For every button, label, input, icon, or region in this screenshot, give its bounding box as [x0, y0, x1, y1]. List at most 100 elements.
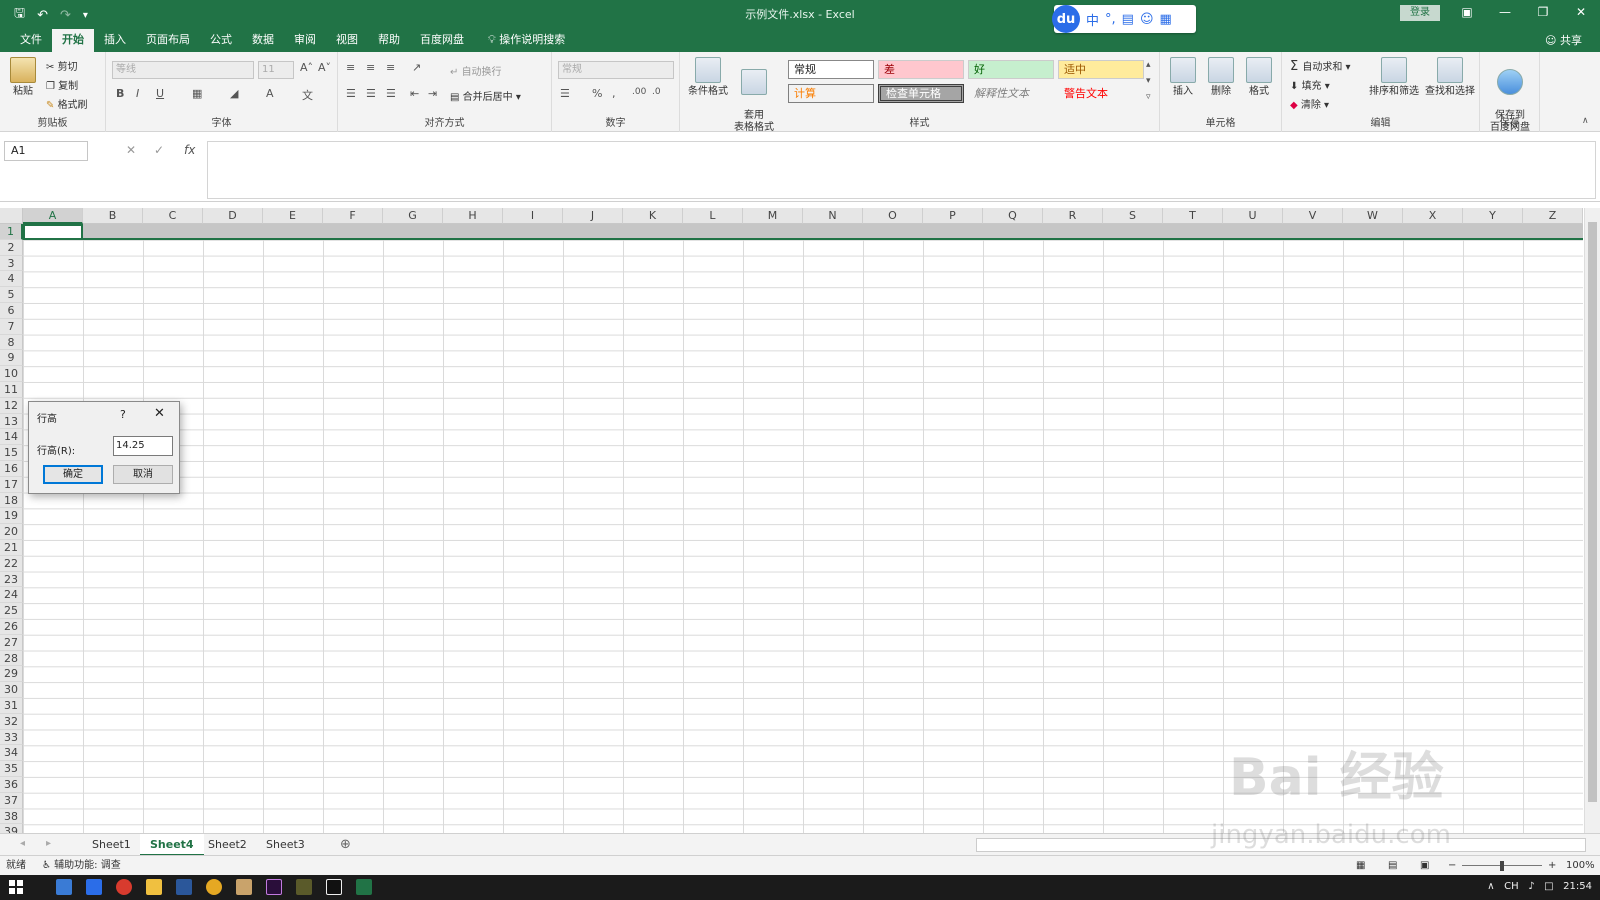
phonetic-icon[interactable]: 文 [302, 87, 313, 103]
merge-center-button[interactable]: ▤ 合并后居中 ▾ [450, 88, 521, 103]
column-header-e[interactable]: E [263, 208, 323, 224]
increase-decimal-icon[interactable]: .00 [632, 87, 646, 97]
align-bottom-icon[interactable]: ≡ [386, 61, 395, 74]
row-header-10[interactable]: 10 [0, 366, 23, 382]
sort-filter-button[interactable]: 排序和筛选 [1366, 57, 1422, 98]
next-sheet-icon[interactable]: ▸ [46, 838, 51, 849]
align-top-icon[interactable]: ≡ [346, 61, 355, 74]
column-header-o[interactable]: O [863, 208, 923, 224]
decrease-indent-icon[interactable]: ⇤ [410, 87, 419, 100]
worksheet-grid[interactable]: ABCDEFGHIJKLMNOPQRSTUVWXYZ 1 2 3 4 5 6 7 8 9 10 11… [0, 208, 1600, 841]
row-header-37[interactable]: 37 [0, 792, 23, 809]
excel-icon[interactable] [356, 879, 372, 895]
row-header-12[interactable]: 12 [0, 397, 23, 414]
row-header-24[interactable]: 24 [0, 587, 23, 604]
zoom-in-icon[interactable]: + [1548, 856, 1556, 875]
word-icon[interactable] [176, 879, 192, 895]
zoom-out-icon[interactable]: − [1448, 856, 1456, 875]
prev-sheet-icon[interactable]: ◂ [20, 838, 25, 849]
capcut-icon[interactable] [326, 879, 342, 895]
selected-row-1[interactable] [23, 224, 1583, 240]
column-header-q[interactable]: Q [983, 208, 1043, 224]
column-header-h[interactable]: H [443, 208, 503, 224]
row-header-7[interactable]: 7 [0, 318, 23, 335]
row-header-13[interactable]: 13 [0, 413, 23, 430]
column-header-w[interactable]: W [1343, 208, 1403, 224]
file-explorer-icon[interactable] [146, 879, 162, 895]
row-header-29[interactable]: 29 [0, 666, 23, 683]
autosum-button[interactable]: Σ 自动求和 ▾ [1290, 58, 1351, 74]
decrease-decimal-icon[interactable]: .0 [652, 87, 661, 97]
column-header-u[interactable]: U [1223, 208, 1283, 224]
underline-icon[interactable]: U [156, 87, 164, 100]
column-header-n[interactable]: N [803, 208, 863, 224]
insert-cells-button[interactable]: 插入 [1166, 57, 1200, 98]
grow-font-icon[interactable]: A˄ [300, 61, 313, 74]
find-select-button[interactable]: 查找和选择 [1422, 57, 1478, 98]
ime-mode[interactable]: 中 [1086, 10, 1099, 29]
percent-icon[interactable]: % [592, 87, 602, 100]
row-header-31[interactable]: 31 [0, 698, 23, 714]
minimize-icon[interactable]: — [1486, 0, 1524, 27]
sheet-tab-sheet1[interactable]: Sheet1 [82, 834, 141, 856]
row-header-2[interactable]: 2 [0, 239, 23, 256]
style-bad[interactable]: 差 [878, 60, 964, 79]
cancel-formula-icon[interactable]: ✕ [126, 143, 136, 157]
currency-icon[interactable]: ☰ [560, 87, 570, 100]
tell-me-search[interactable]: 💡︎ 操作说明搜索 [474, 29, 565, 52]
restore-icon[interactable]: ❐ [1524, 0, 1562, 27]
column-header-i[interactable]: I [503, 208, 563, 224]
undo-icon[interactable]: ↶ [37, 8, 48, 23]
vertical-scrollbar[interactable] [1584, 208, 1600, 833]
sheet-tab-sheet2[interactable]: Sheet2 [198, 834, 257, 856]
column-header-z[interactable]: Z [1523, 208, 1583, 224]
style-check-cell[interactable]: 检查单元格 [878, 84, 964, 103]
vertical-scroll-thumb[interactable] [1588, 222, 1597, 802]
row-header-20[interactable]: 20 [0, 524, 23, 540]
row-header-16[interactable]: 16 [0, 461, 23, 477]
column-header-r[interactable]: R [1043, 208, 1103, 224]
column-header-m[interactable]: M [743, 208, 803, 224]
close-icon[interactable]: ✕ [1562, 0, 1600, 27]
tab-view[interactable]: 视图 [326, 29, 368, 52]
dialog-help-icon[interactable]: ? [120, 408, 126, 421]
conditional-format-button[interactable]: 条件格式 [686, 57, 730, 98]
chrome-icon[interactable] [206, 879, 222, 895]
style-good[interactable]: 好 [968, 60, 1054, 79]
row-header-9[interactable]: 9 [0, 350, 23, 367]
row-header-18[interactable]: 18 [0, 492, 23, 509]
row-header-26[interactable]: 26 [0, 619, 23, 635]
accessibility-status[interactable]: ♿ 辅助功能: 调查 [42, 856, 121, 875]
enter-formula-icon[interactable]: ✓ [154, 143, 164, 157]
ime-indicator[interactable]: CH [1504, 881, 1519, 892]
font-name-combo[interactable]: 等线 [112, 61, 254, 79]
row-header-5[interactable]: 5 [0, 287, 23, 303]
font-size-combo[interactable]: 11 [258, 61, 294, 79]
clear-button[interactable]: ◆ 清除 ▾ [1290, 96, 1329, 111]
column-header-k[interactable]: K [623, 208, 683, 224]
styles-scroll-down-icon[interactable]: ▾ [1146, 76, 1151, 86]
styles-scroll-up-icon[interactable]: ▴ [1146, 60, 1151, 70]
dialog-close-icon[interactable]: ✕ [154, 406, 165, 421]
column-header-g[interactable]: G [383, 208, 443, 224]
column-header-j[interactable]: J [563, 208, 623, 224]
style-calculation[interactable]: 计算 [788, 84, 874, 103]
windows-start-icon[interactable] [8, 879, 24, 895]
row-header-11[interactable]: 11 [0, 382, 23, 398]
borders-icon[interactable]: ▦ [192, 87, 202, 100]
number-format-combo[interactable]: 常规 [558, 61, 674, 79]
style-neutral[interactable]: 适中 [1058, 60, 1144, 79]
save-icon[interactable]: 🖫 [14, 4, 25, 26]
baidu-ime-logo[interactable]: du [1052, 5, 1080, 33]
row-header-3[interactable]: 3 [0, 255, 23, 272]
app-icon-1[interactable] [86, 879, 102, 895]
tab-data[interactable]: 数据 [242, 29, 284, 52]
add-sheet-icon[interactable]: ⊕ [340, 837, 351, 852]
zoom-level[interactable]: 100% [1566, 856, 1595, 875]
row-header-23[interactable]: 23 [0, 571, 23, 588]
row-header-1[interactable]: 1 [0, 224, 23, 240]
collapse-ribbon-icon[interactable]: ∧ [1582, 116, 1589, 126]
premiere-icon[interactable] [266, 879, 282, 895]
sheet-tab-sheet3[interactable]: Sheet3 [256, 834, 315, 856]
tab-help[interactable]: 帮助 [368, 29, 410, 52]
